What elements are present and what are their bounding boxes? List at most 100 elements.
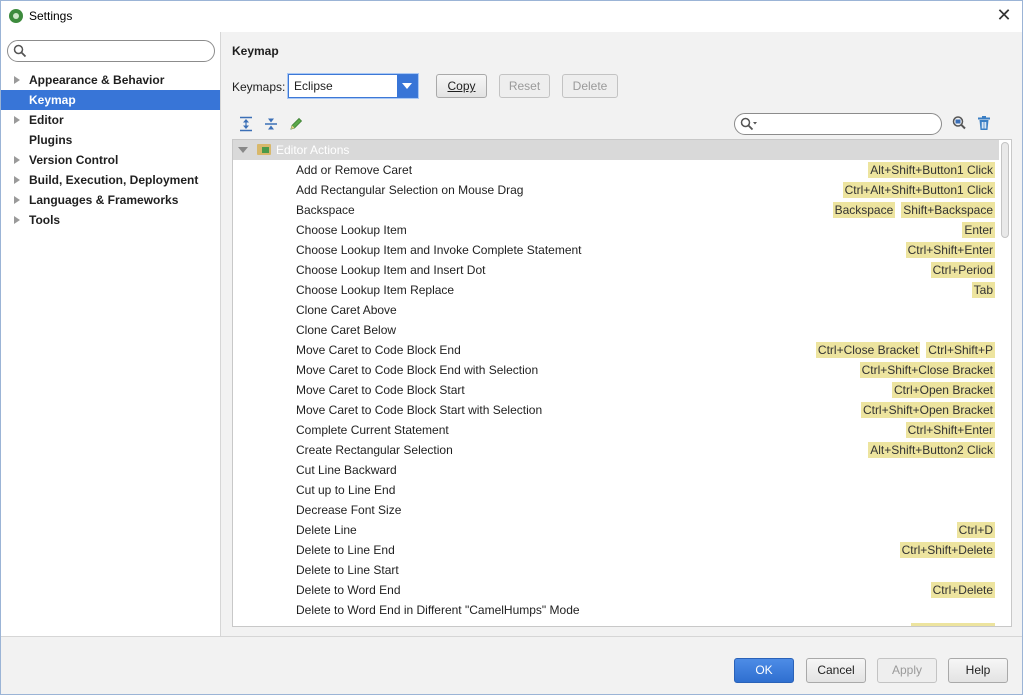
close-icon[interactable]: ✕ [994,5,1014,25]
expand-arrow-icon[interactable] [14,216,20,224]
vertical-scrollbar[interactable] [999,140,1011,626]
action-name: Choose Lookup Item and Invoke Complete S… [296,243,582,257]
keymap-dropdown[interactable]: Eclipse [288,74,418,98]
action-row[interactable]: Choose Lookup Item and Insert Dot Ctrl+Pe… [233,260,999,280]
sidebar-item-label: Build, Execution, Deployment [29,173,199,187]
trash-icon[interactable] [976,115,992,131]
action-name: Complete Current Statement [296,423,449,437]
action-name: Move Caret to Code Block End with Select… [296,363,539,377]
sidebar-item-editor[interactable]: Editor [1,110,220,130]
sidebar-item-tools[interactable]: Tools [1,210,220,230]
shortcut-badge: Enter [962,222,995,238]
sidebar-item-label: Plugins [29,133,73,147]
shortcut-badge: Alt+Shift+Button1 Click [868,162,995,178]
settings-search[interactable] [7,40,215,62]
expand-all-icon[interactable] [238,116,254,132]
action-row[interactable]: Move Caret to Code Block Start with Sele… [233,400,999,420]
action-row[interactable]: Backspace Backspace Shift+Backspace [233,200,999,220]
action-name: Add Rectangular Selection on Mouse Drag [296,183,524,197]
sidebar-item-languages-frameworks[interactable]: Languages & Frameworks [1,190,220,210]
action-shortcuts: Ctrl+Alt+Shift+Button1 Click [837,182,995,198]
action-name: Backspace [296,203,355,217]
shortcut-badge: Ctrl+Shift+Enter [905,242,995,258]
action-shortcuts: Ctrl+Delete [925,582,995,598]
expand-arrow-icon[interactable] [14,76,20,84]
sidebar-item-appearance-behavior[interactable]: Appearance & Behavior [1,70,220,90]
shortcut-badge: Ctrl+Shift+P [926,342,995,358]
action-shortcuts: Ctrl+Shift+Delete [894,542,995,558]
action-row[interactable]: Delete to Word End Ctrl+Delete [233,580,999,600]
sidebar-item-plugins[interactable]: Plugins [1,130,220,150]
action-row[interactable]: Choose Lookup Item Enter [233,220,999,240]
action-search-input[interactable] [761,116,936,132]
ok-button[interactable]: OK [734,658,794,683]
reset-button[interactable]: Reset [499,74,550,98]
shortcut-badge: Ctrl+Shift+Open Bracket [860,402,995,418]
shortcut-badge: Shift+Backspace [901,202,995,218]
collapse-all-icon[interactable] [263,116,279,132]
action-row[interactable]: Clone Caret Above [233,300,999,320]
title-bar: Settings ✕ [1,1,1022,32]
apply-button[interactable]: Apply [877,658,937,683]
shortcut-badge: Ctrl+D [956,522,995,538]
action-row[interactable]: Add or Remove Caret Alt+Shift+Button1 Cli… [233,160,999,180]
shortcut-badge: Backspace [832,202,896,218]
keymap-panel: Keymap Keymaps: Eclipse Copy Reset Delet… [222,32,1022,636]
settings-window: Settings ✕ Appearance & Behavior Keymap Ed… [0,0,1023,695]
copy-button[interactable]: Copy [436,74,487,98]
action-row[interactable]: Move Caret to Code Block Start Ctrl+Open … [233,380,999,400]
cancel-button[interactable]: Cancel [806,658,866,683]
action-row[interactable]: Delete to Line End Ctrl+Shift+Delete [233,540,999,560]
action-row[interactable]: Add Rectangular Selection on Mouse Drag C… [233,180,999,200]
action-row[interactable]: Decrease Font Size [233,500,999,520]
action-row[interactable]: Clone Caret Below [233,320,999,340]
action-shortcuts: Ctrl+Shift+Enter [900,422,995,438]
action-shortcuts: Alt+Shift+Button2 Click [862,442,995,458]
action-name: Choose Lookup Item Replace [296,283,455,297]
sidebar-item-build-execution-deployment[interactable]: Build, Execution, Deployment [1,170,220,190]
action-search[interactable] [734,113,942,135]
action-shortcuts: Ctrl+Period [925,262,995,278]
action-name: Create Rectangular Selection [296,443,453,457]
action-row[interactable]: Move Caret to Code Block End with Select… [233,360,999,380]
tree-group-row[interactable]: Editor Actions [233,140,999,160]
action-row[interactable]: Cut Line Backward [233,460,999,480]
action-row[interactable]: Delete to Line Start [233,560,999,580]
action-row-partial[interactable] [233,620,999,626]
page-title: Keymap [232,44,279,58]
delete-button[interactable]: Delete [562,74,618,98]
action-shortcuts: Ctrl+Shift+Open Bracket [855,402,995,418]
chevron-down-icon[interactable] [397,75,417,97]
action-shortcuts: Alt+Shift+Button1 Click [862,162,995,178]
expand-arrow-icon[interactable] [14,196,20,204]
folder-icon [257,144,271,155]
action-row[interactable]: Choose Lookup Item Replace Tab [233,280,999,300]
action-row[interactable]: Cut up to Line End [233,480,999,500]
action-row[interactable]: Delete Line Ctrl+D [233,520,999,540]
scrollbar-thumb[interactable] [1001,142,1009,238]
help-button[interactable]: Help [948,658,1008,683]
settings-tree: Appearance & Behavior Keymap Editor Plugins… [1,70,220,230]
action-row[interactable]: Complete Current Statement Ctrl+Shift+Ent… [233,420,999,440]
action-row[interactable]: Choose Lookup Item and Invoke Complete S… [233,240,999,260]
action-row[interactable]: Move Caret to Code Block End Ctrl+Close B… [233,340,999,360]
settings-search-input[interactable] [32,43,207,59]
edit-shortcut-icon[interactable] [288,116,304,132]
triangle-down-icon[interactable] [238,147,248,153]
sidebar-item-version-control[interactable]: Version Control [1,150,220,170]
search-icon [740,117,757,131]
action-name: Choose Lookup Item and Insert Dot [296,263,486,277]
find-by-shortcut-icon[interactable] [951,115,967,131]
expand-arrow-icon[interactable] [14,176,20,184]
action-row[interactable]: Create Rectangular Selection Alt+Shift+Bu… [233,440,999,460]
shortcut-badge: Alt+Shift+Button2 Click [868,442,995,458]
shortcut-badge: Ctrl+Open Bracket [891,382,995,398]
sidebar-item-keymap[interactable]: Keymap [1,90,220,110]
action-name: Clone Caret Below [296,323,397,337]
action-name: Move Caret to Code Block Start [296,383,465,397]
expand-arrow-icon[interactable] [14,116,20,124]
keymap-selected-value: Eclipse [294,79,333,93]
sidebar-item-label: Appearance & Behavior [29,73,165,87]
action-row[interactable]: Delete to Word End in Different "CamelHu… [233,600,999,620]
expand-arrow-icon[interactable] [14,156,20,164]
